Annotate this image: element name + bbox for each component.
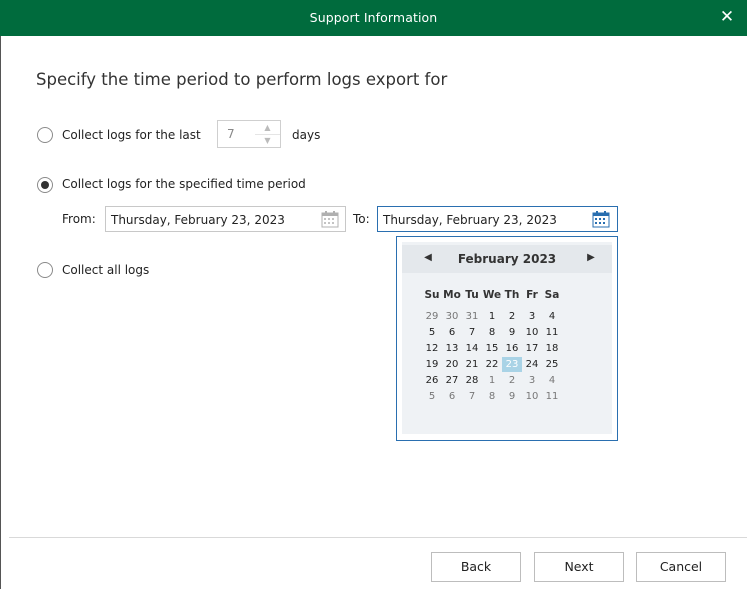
calendar-day[interactable]: 10 xyxy=(522,325,542,340)
calendar-day[interactable]: 22 xyxy=(482,357,502,372)
calendar-day[interactable]: 11 xyxy=(542,325,562,340)
calendar-day-other-month[interactable]: 3 xyxy=(522,373,542,388)
calendar-day-other-month[interactable]: 2 xyxy=(502,373,522,388)
window-title: Support Information xyxy=(309,10,438,25)
calendar-day-other-month[interactable]: 7 xyxy=(462,389,482,404)
from-label: From: xyxy=(62,212,96,226)
stepper-up-icon[interactable]: ▲ xyxy=(255,121,280,135)
to-date-field[interactable]: Thursday, February 23, 2023 xyxy=(377,206,618,232)
window-border xyxy=(0,36,1,589)
radio-collect-period-label[interactable]: Collect logs for the specified time peri… xyxy=(62,177,306,191)
next-month-icon[interactable]: ▶ xyxy=(583,252,599,263)
weekday-label: Sa xyxy=(544,289,560,301)
weekday-label: Fr xyxy=(526,289,538,301)
stepper-down-icon[interactable]: ▼ xyxy=(255,134,280,147)
cancel-button[interactable]: Cancel xyxy=(636,552,726,582)
calendar-day[interactable]: 15 xyxy=(482,341,502,356)
calendar-day[interactable]: 19 xyxy=(422,357,442,372)
weekday-label: Su xyxy=(424,289,440,301)
footer-divider xyxy=(9,537,747,538)
calendar-day[interactable]: 21 xyxy=(462,357,482,372)
calendar-day-other-month[interactable]: 10 xyxy=(522,389,542,404)
calendar-day[interactable]: 3 xyxy=(522,309,542,324)
calendar-day[interactable]: 5 xyxy=(422,325,442,340)
calendar-day[interactable]: 23 xyxy=(502,357,522,372)
to-label: To: xyxy=(353,212,370,226)
weekday-label: Tu xyxy=(465,289,479,301)
calendar-day[interactable]: 8 xyxy=(482,325,502,340)
calendar-day-other-month[interactable]: 29 xyxy=(422,309,442,324)
weekday-label: We xyxy=(482,289,502,301)
calendar-day[interactable]: 7 xyxy=(462,325,482,340)
calendar-day[interactable]: 24 xyxy=(522,357,542,372)
calendar-month-label[interactable]: February 2023 xyxy=(402,252,612,266)
weekday-label: Th xyxy=(504,289,520,301)
calendar-day-other-month[interactable]: 9 xyxy=(502,389,522,404)
calendar-day[interactable]: 27 xyxy=(442,373,462,388)
calendar-day[interactable]: 13 xyxy=(442,341,462,356)
calendar-header: ◀ February 2023 ▶ xyxy=(402,245,612,273)
calendar-day[interactable]: 17 xyxy=(522,341,542,356)
days-stepper[interactable]: 7 ▲ ▼ xyxy=(217,120,281,148)
calendar-icon[interactable] xyxy=(592,210,610,228)
next-button[interactable]: Next xyxy=(534,552,624,582)
title-bar: Support Information ✕ xyxy=(0,0,747,36)
calendar-day[interactable]: 14 xyxy=(462,341,482,356)
calendar-popup: ◀ February 2023 ▶ Su Mo Tu We Th Fr Sa 29 30 31 1 2… xyxy=(396,236,618,441)
calendar-day[interactable]: 6 xyxy=(442,325,462,340)
calendar-day-other-month[interactable]: 11 xyxy=(542,389,562,404)
calendar-body: ◀ February 2023 ▶ Su Mo Tu We Th Fr Sa 29 30 31 1 2… xyxy=(402,242,612,434)
calendar-day[interactable]: 25 xyxy=(542,357,562,372)
calendar-day-other-month[interactable]: 31 xyxy=(462,309,482,324)
radio-collect-last[interactable] xyxy=(37,127,53,143)
days-value[interactable]: 7 xyxy=(227,127,235,141)
calendar-day[interactable]: 16 xyxy=(502,341,522,356)
calendar-day[interactable]: 1 xyxy=(482,309,502,324)
from-date-value[interactable]: Thursday, February 23, 2023 xyxy=(111,213,285,227)
page-heading: Specify the time period to perform logs … xyxy=(36,70,448,89)
calendar-day[interactable]: 4 xyxy=(542,309,562,324)
radio-collect-all-label[interactable]: Collect all logs xyxy=(62,263,149,277)
calendar-icon[interactable] xyxy=(321,210,339,228)
calendar-day[interactable]: 26 xyxy=(422,373,442,388)
calendar-day[interactable]: 18 xyxy=(542,341,562,356)
calendar-day[interactable]: 28 xyxy=(462,373,482,388)
from-date-field[interactable]: Thursday, February 23, 2023 xyxy=(105,206,346,232)
calendar-day[interactable]: 9 xyxy=(502,325,522,340)
close-icon[interactable]: ✕ xyxy=(717,7,737,27)
calendar-day-other-month[interactable]: 4 xyxy=(542,373,562,388)
calendar-day-other-month[interactable]: 5 xyxy=(422,389,442,404)
calendar-day-other-month[interactable]: 1 xyxy=(482,373,502,388)
radio-collect-period[interactable] xyxy=(37,177,53,193)
days-suffix: days xyxy=(292,128,321,142)
weekday-label: Mo xyxy=(443,289,461,301)
calendar-day-other-month[interactable]: 6 xyxy=(442,389,462,404)
calendar-day[interactable]: 20 xyxy=(442,357,462,372)
calendar-day-other-month[interactable]: 8 xyxy=(482,389,502,404)
to-date-value[interactable]: Thursday, February 23, 2023 xyxy=(383,213,557,227)
back-button[interactable]: Back xyxy=(431,552,521,582)
calendar-day-other-month[interactable]: 30 xyxy=(442,309,462,324)
calendar-day[interactable]: 12 xyxy=(422,341,442,356)
radio-collect-all[interactable] xyxy=(37,262,53,278)
calendar-day[interactable]: 2 xyxy=(502,309,522,324)
radio-collect-last-label[interactable]: Collect logs for the last xyxy=(62,128,201,142)
